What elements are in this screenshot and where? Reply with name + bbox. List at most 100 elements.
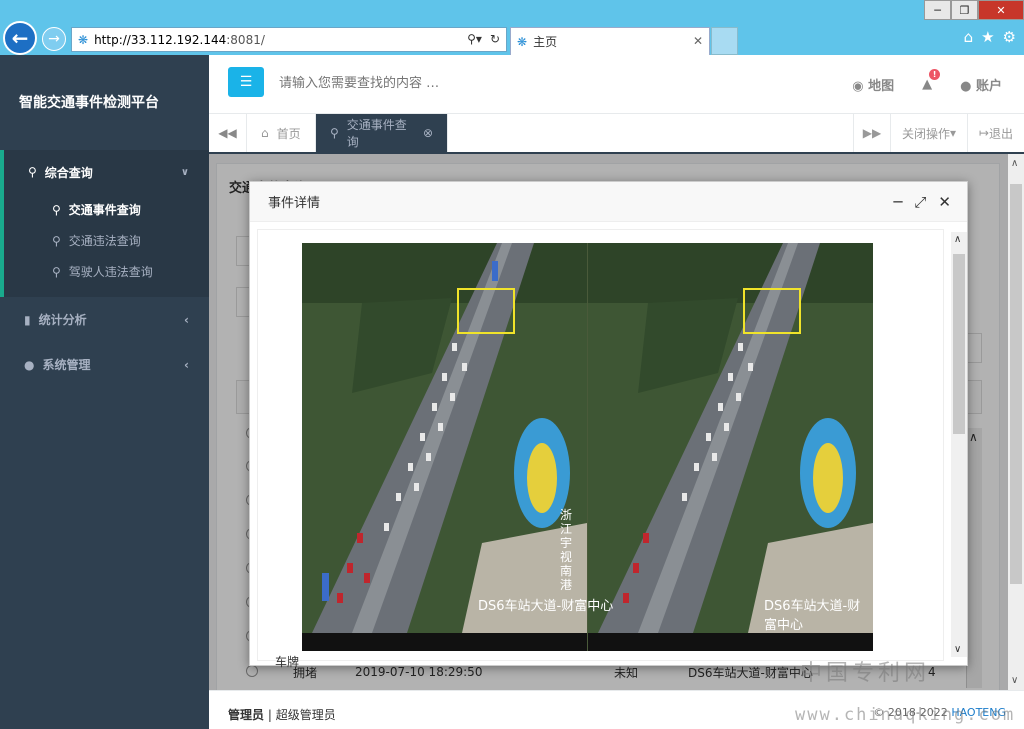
refresh-icon[interactable]: ↻ — [490, 32, 500, 46]
globe-icon: ◉ — [852, 79, 864, 94]
close-tab-icon[interactable]: ⊗ — [423, 126, 433, 140]
minimize-icon[interactable]: ─ — [893, 193, 902, 211]
chevron-up-icon[interactable]: ∧ — [954, 234, 961, 245]
double-right-icon: ▶▶ — [862, 126, 882, 140]
camera-frame-left — [302, 243, 587, 651]
footer-username: 超级管理员 — [275, 708, 336, 722]
hamburger-icon: ☰ — [239, 74, 253, 90]
brand-title: 智能交通事件检测平台 — [19, 95, 159, 111]
camera-frame-right — [588, 243, 873, 651]
tab-home-label: 首页 — [276, 126, 301, 141]
menu-head-label: 综合查询 — [44, 165, 93, 180]
search-icon: ⚲ — [52, 264, 61, 279]
close-icon[interactable]: ✕ — [938, 193, 951, 211]
favorites-star-icon[interactable]: ★ — [981, 28, 994, 46]
map-link[interactable]: ◉ 地图 — [852, 75, 894, 94]
chevron-up-icon[interactable]: ∧ — [1011, 158, 1018, 169]
footer-role: 管理员 — [228, 708, 265, 722]
page-scrollbar[interactable]: ∧ ∨ — [1008, 154, 1024, 690]
menu-head-query[interactable]: ⚲ 综合查询 ∨ — [4, 150, 209, 194]
window-controls: ─ ❐ ✕ — [924, 0, 1024, 20]
sidebar-item-driver-violation[interactable]: ⚲ 驾驶人违法查询 — [4, 256, 209, 287]
restore-button[interactable]: ❐ — [951, 0, 978, 20]
notifications-button[interactable]: ▲ ! — [922, 69, 941, 92]
scrollbar-thumb[interactable] — [953, 254, 965, 434]
user-icon: ● — [24, 357, 35, 372]
logout-label: 退出 — [989, 126, 1014, 141]
bell-icon: ▲ — [922, 77, 933, 92]
search-icon: ⚲ — [28, 165, 37, 179]
address-bar[interactable]: ❋ http://33.112.192.144:8081/ ⚲▾ ↻ — [71, 27, 507, 52]
sidebar-item-traffic-event[interactable]: ⚲ 交通事件查询 — [4, 194, 209, 225]
map-label: 地图 — [868, 79, 895, 94]
new-tab-button[interactable] — [711, 27, 738, 55]
close-operations-dropdown[interactable]: 关闭操作 ▾ — [890, 114, 967, 152]
url-rest: :8081/ — [226, 32, 265, 47]
sidebar-item-system[interactable]: ● 系统管理 ‹ — [0, 342, 209, 387]
forward-button[interactable]: → — [42, 27, 66, 51]
right-frame-caption: DS6车站大道-财富中心 — [764, 599, 861, 633]
watermark-url: www.chinaqking.com — [795, 705, 1016, 725]
side-watermark-text: 浙江宇视 南港 — [560, 508, 573, 592]
left-frame-caption: DS6车站大道-财富中心 — [478, 599, 614, 614]
sidebar-item-traffic-violation[interactable]: ⚲ 交通违法查询 — [4, 225, 209, 256]
menu-toggle-button[interactable]: ☰ — [228, 67, 264, 97]
traffic-camera-image — [302, 243, 873, 651]
chevron-down-icon[interactable]: ∨ — [1011, 675, 1018, 686]
tab-scroll-left-button[interactable]: ◀◀ — [209, 114, 247, 152]
browser-toolbar: ⌂ ★ ⚙ — [964, 28, 1016, 46]
sidebar-item-label: 交通违法查询 — [68, 234, 141, 248]
search-icon[interactable]: ⚲▾ — [467, 32, 482, 46]
watermark-cn: 中国专利网 — [800, 661, 931, 686]
scrollbar-thumb[interactable] — [1010, 184, 1022, 584]
search-icon: ⚲ — [52, 202, 61, 217]
search-icon: ⚲ — [330, 126, 339, 140]
back-arrow-icon: ← — [11, 26, 29, 50]
footer-user: 管理员 | 超级管理员 — [228, 708, 336, 722]
close-window-button[interactable]: ✕ — [978, 0, 1024, 20]
back-button[interactable]: ← — [3, 21, 37, 55]
search-icon: ⚲ — [52, 233, 61, 248]
home-icon: ⌂ — [261, 126, 269, 140]
browser-tab[interactable]: ❋ 主页 ✕ — [510, 27, 710, 55]
logout-icon: ↦ — [978, 126, 990, 140]
event-image[interactable]: DS6车站大道-财富中心 DS6车站大道-财富中心 浙江宇视 南港 — [302, 243, 873, 651]
home-icon[interactable]: ⌂ — [964, 28, 974, 46]
account-menu[interactable]: ● 账户 — [960, 75, 1002, 94]
address-tools: ⚲▾ ↻ — [467, 32, 500, 46]
tab-close-icon[interactable]: ✕ — [693, 34, 703, 48]
dialog-controls: ─ ⤢ ✕ — [893, 193, 951, 211]
chevron-down-icon: ∨ — [180, 166, 189, 178]
tab-active-label: 交通事件查询 — [346, 118, 407, 149]
sidebar-item-label: 交通事件查询 — [68, 203, 141, 217]
ie-icon: ❋ — [78, 32, 89, 47]
top-header: ☰ ◉ 地图 ▲ ! ● 账户 — [209, 55, 1024, 114]
forward-arrow-icon: → — [48, 31, 60, 47]
maximize-icon[interactable]: ⤢ — [914, 193, 926, 211]
account-label: 账户 — [975, 79, 1002, 94]
tab-home[interactable]: ⌂ 首页 — [247, 114, 316, 152]
sidebar: 智能交通事件检测平台 ⚲ 综合查询 ∨ ⚲ 交通事件查询 ⚲ 交通违法查询 ⚲ … — [0, 55, 209, 729]
header-actions: ◉ 地图 ▲ ! ● 账户 — [852, 69, 1002, 94]
close-ops-label: 关闭操作 — [901, 126, 950, 141]
caret-down-icon: ▾ — [949, 126, 957, 140]
chevron-down-icon[interactable]: ∨ — [954, 644, 961, 655]
minimize-button[interactable]: ─ — [924, 0, 951, 20]
sidebar-item-label: 驾驶人违法查询 — [68, 265, 153, 279]
sidebar-item-statistics[interactable]: ▮ 统计分析 ‹ — [0, 297, 209, 342]
dialog-scrollbar[interactable]: ∧ ∨ — [951, 232, 967, 657]
page-tabbar: ◀◀ ⌂ 首页 ⚲ 交通事件查询 ⊗ ▶▶ 关闭操作 ▾ ↦ 退出 — [209, 114, 1024, 154]
notification-badge: ! — [929, 69, 941, 80]
chevron-left-icon: ‹ — [184, 312, 189, 327]
logout-button[interactable]: ↦ 退出 — [967, 114, 1024, 152]
sidebar-item-label: 统计分析 — [38, 313, 87, 327]
tab-traffic-event[interactable]: ⚲ 交通事件查询 ⊗ — [316, 114, 448, 152]
browser-tab-title: 主页 — [533, 35, 558, 49]
sidebar-item-label: 系统管理 — [42, 358, 91, 372]
user-icon: ● — [960, 79, 972, 94]
dialog-title: 事件详情 — [268, 196, 321, 211]
gear-icon[interactable]: ⚙ — [1003, 28, 1016, 46]
search-input[interactable] — [279, 71, 579, 95]
tab-scroll-right-button[interactable]: ▶▶ — [853, 114, 890, 152]
chevron-left-icon: ‹ — [184, 357, 189, 372]
